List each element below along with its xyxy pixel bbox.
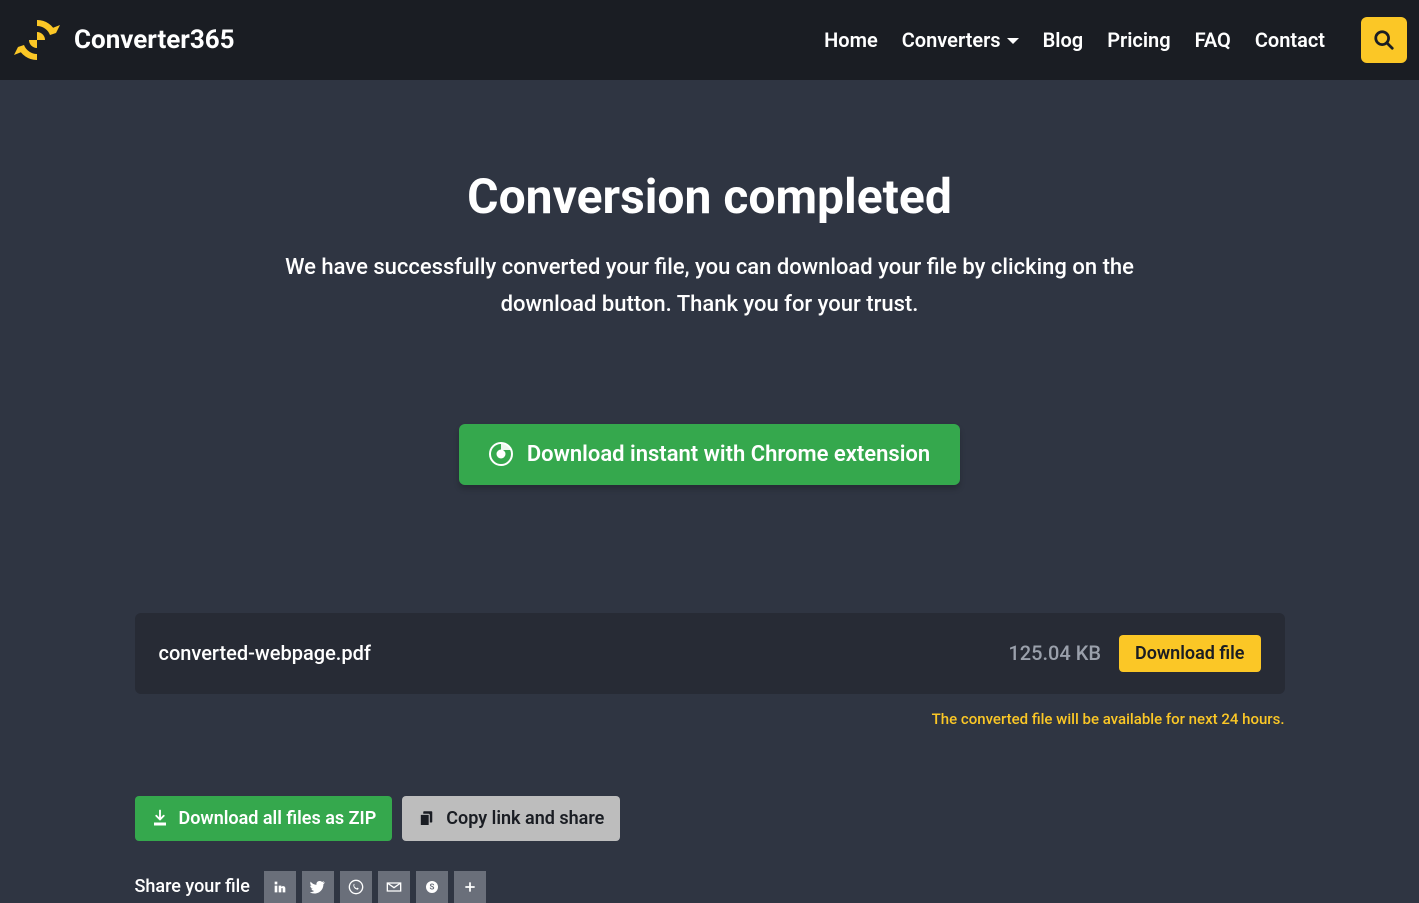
twitter-share-button[interactable]	[302, 871, 334, 903]
copy-link-button[interactable]: Copy link and share	[402, 796, 620, 841]
search-icon	[1373, 29, 1395, 51]
chevron-down-icon	[1007, 38, 1019, 44]
main-content: Conversion completed We have successfull…	[0, 80, 1419, 903]
share-row: Share your file S	[135, 871, 1285, 903]
twitter-icon	[310, 879, 326, 895]
download-zip-button[interactable]: Download all files as ZIP	[135, 796, 393, 841]
nav-faq[interactable]: FAQ	[1195, 28, 1231, 52]
share-label: Share your file	[135, 876, 250, 897]
nav-contact[interactable]: Contact	[1255, 28, 1325, 52]
nav-converters[interactable]: Converters	[902, 28, 1019, 52]
email-icon	[386, 879, 402, 895]
share-icons: S	[264, 871, 486, 903]
skype-share-button[interactable]: S	[416, 871, 448, 903]
download-file-button[interactable]: Download file	[1119, 635, 1261, 672]
download-icon	[151, 809, 169, 827]
logo-icon	[12, 15, 62, 65]
file-section: converted-webpage.pdf 125.04 KB Download…	[135, 613, 1285, 903]
page-subtitle: We have successfully converted your file…	[260, 249, 1160, 324]
file-meta: 125.04 KB Download file	[1008, 635, 1260, 672]
linkedin-share-button[interactable]	[264, 871, 296, 903]
nav: Home Converters Blog Pricing FAQ Contact	[824, 17, 1407, 63]
header: Converter365 Home Converters Blog Pricin…	[0, 0, 1419, 80]
nav-pricing[interactable]: Pricing	[1107, 28, 1170, 52]
nav-home[interactable]: Home	[824, 28, 878, 52]
file-name: converted-webpage.pdf	[159, 641, 371, 665]
page-title: Conversion completed	[0, 168, 1419, 225]
email-share-button[interactable]	[378, 871, 410, 903]
chrome-button-label: Download instant with Chrome extension	[527, 442, 930, 467]
file-size: 125.04 KB	[1008, 641, 1101, 665]
more-share-button[interactable]	[454, 871, 486, 903]
whatsapp-share-button[interactable]	[340, 871, 372, 903]
plus-icon	[463, 880, 477, 894]
linkedin-icon	[272, 879, 288, 895]
actions-row: Download all files as ZIP Copy link and …	[135, 796, 1285, 841]
chrome-extension-button[interactable]: Download instant with Chrome extension	[459, 424, 960, 485]
skype-icon: S	[424, 879, 440, 895]
chrome-icon	[489, 442, 513, 466]
logo[interactable]: Converter365	[12, 15, 235, 65]
file-row: converted-webpage.pdf 125.04 KB Download…	[135, 613, 1285, 694]
copy-icon	[418, 809, 436, 827]
nav-blog[interactable]: Blog	[1043, 28, 1084, 52]
search-button[interactable]	[1361, 17, 1407, 63]
brand-name: Converter365	[74, 25, 235, 55]
svg-text:S: S	[429, 882, 434, 891]
whatsapp-icon	[348, 879, 364, 895]
availability-notice: The converted file will be available for…	[135, 710, 1285, 728]
